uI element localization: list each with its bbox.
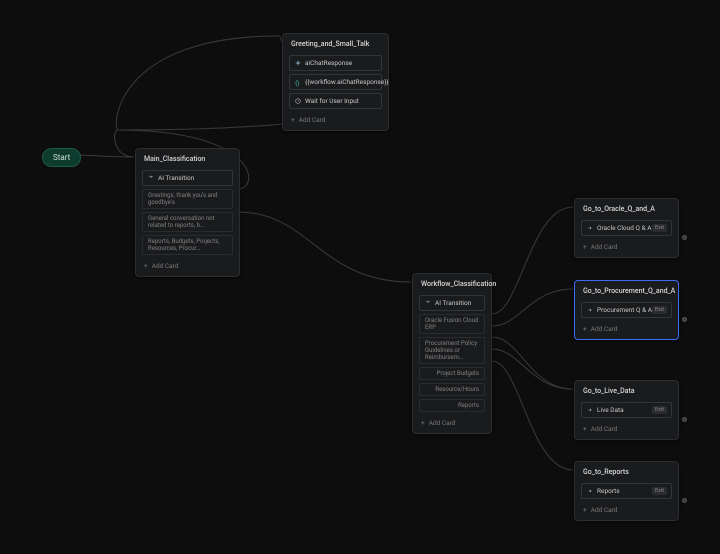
exit-badge: Exit [652,306,667,314]
row-aichat[interactable]: aiChatResponse [289,55,382,71]
exit-badge: Exit [652,224,667,232]
main-title: Main_Classification [136,149,239,167]
procurement-title: Go_to_Procurement_Q_and_A [575,281,678,299]
sparkle-icon [295,60,301,66]
output-port[interactable] [682,417,687,422]
plus-icon: + [291,116,295,124]
plus-icon: + [583,506,587,514]
plus-icon: + [583,425,587,433]
sub-label: Greetings, thank you's and goodbye's [148,192,227,206]
row-label: {{workflow.aiChatResponse}} [305,78,389,86]
wf-sub-1[interactable]: Procurement Policy Guidelines or Reimbur… [419,337,485,364]
add-card-label: Add Card [591,506,618,514]
row-label: Procurement Q & A [597,306,652,314]
sub-label: Reports [458,402,479,409]
add-card-button[interactable]: + Add Card [575,321,678,339]
output-port[interactable] [682,317,687,322]
reports-card[interactable]: Go_to_Reports Reports Exit + Add Card [574,461,679,521]
add-card-label: Add Card [591,425,618,433]
add-card-button[interactable]: + Add Card [283,112,388,130]
arrow-icon [587,225,593,231]
sub-label: Oracle Fusion Cloud ERP [425,317,479,331]
live-title: Go_to_Live_Data [575,381,678,399]
row-label: Reports [597,487,620,495]
ai-transition-row[interactable]: AI Transition [142,170,233,186]
sub-label: General conversation not related to repo… [148,215,227,229]
arrow-icon [587,488,593,494]
main-sub-0[interactable]: Greetings, thank you's and goodbye's [142,189,233,209]
add-card-button[interactable]: + Add Card [413,415,491,433]
wf-sub-0[interactable]: Oracle Fusion Cloud ERP [419,314,485,334]
sub-label: Project Budgets [437,370,479,377]
row-wait[interactable]: Wait for User Input [289,93,382,109]
add-card-button[interactable]: + Add Card [575,239,678,257]
plus-icon: + [421,419,425,427]
add-card-label: Add Card [591,325,618,333]
oracle-card[interactable]: Go_to_Oracle_Q_and_A Oracle Cloud Q & A … [574,198,679,258]
reports-row[interactable]: Reports Exit [581,483,672,499]
arrow-icon [587,307,593,313]
procurement-card[interactable]: Go_to_Procurement_Q_and_A Procurement Q … [574,280,679,340]
row-label: AI Transition [158,174,194,182]
row-label: AI Transition [435,299,471,307]
braces-icon: {} [295,79,301,85]
add-card-button[interactable]: + Add Card [575,421,678,439]
row-label: aiChatResponse [305,59,352,67]
branch-icon [148,175,154,181]
plus-icon: + [583,243,587,251]
workflow-title: Workflow_Classification [413,274,491,292]
output-port[interactable] [682,498,687,503]
live-row[interactable]: Live Data Exit [581,402,672,418]
add-card-button[interactable]: + Add Card [136,258,239,276]
main-sub-2[interactable]: Reports, Budgets, Projects, Resources, P… [142,235,233,255]
main-sub-1[interactable]: General conversation not related to repo… [142,212,233,232]
add-card-button[interactable]: + Add Card [575,502,678,520]
reports-title: Go_to_Reports [575,462,678,480]
clock-icon [295,98,301,104]
add-card-label: Add Card [429,419,456,427]
plus-icon: + [583,325,587,333]
greeting-title: Greeting_and_Small_Talk [283,34,388,52]
branch-icon [425,300,431,306]
add-card-label: Add Card [152,262,179,270]
row-label: Oracle Cloud Q & A [597,224,652,232]
exit-badge: Exit [652,406,667,414]
greeting-card[interactable]: Greeting_and_Small_Talk aiChatResponse {… [282,33,389,131]
row-label: Live Data [597,406,624,414]
row-template[interactable]: {} {{workflow.aiChatResponse}} [289,74,382,90]
wf-sub-2[interactable]: Project Budgets [419,367,485,380]
output-port[interactable] [682,235,687,240]
add-card-label: Add Card [591,243,618,251]
sub-label: Procurement Policy Guidelines or Reimbur… [425,340,479,361]
ai-transition-row[interactable]: AI Transition [419,295,485,311]
procurement-row[interactable]: Procurement Q & A Exit [581,302,672,318]
workflow-card[interactable]: Workflow_Classification AI Transition Or… [412,273,492,434]
start-node[interactable]: Start [42,148,81,167]
oracle-title: Go_to_Oracle_Q_and_A [575,199,678,217]
oracle-row[interactable]: Oracle Cloud Q & A Exit [581,220,672,236]
live-card[interactable]: Go_to_Live_Data Live Data Exit + Add Car… [574,380,679,440]
row-label: Wait for User Input [305,97,359,105]
arrow-icon [587,407,593,413]
wf-sub-3[interactable]: Resource/Hours [419,383,485,396]
sub-label: Resource/Hours [435,386,479,393]
sub-label: Reports, Budgets, Projects, Resources, P… [148,238,227,252]
main-card[interactable]: Main_Classification AI Transition Greeti… [135,148,240,277]
wf-sub-4[interactable]: Reports [419,399,485,412]
exit-badge: Exit [652,487,667,495]
plus-icon: + [144,262,148,270]
start-label: Start [53,153,70,162]
add-card-label: Add Card [299,116,326,124]
